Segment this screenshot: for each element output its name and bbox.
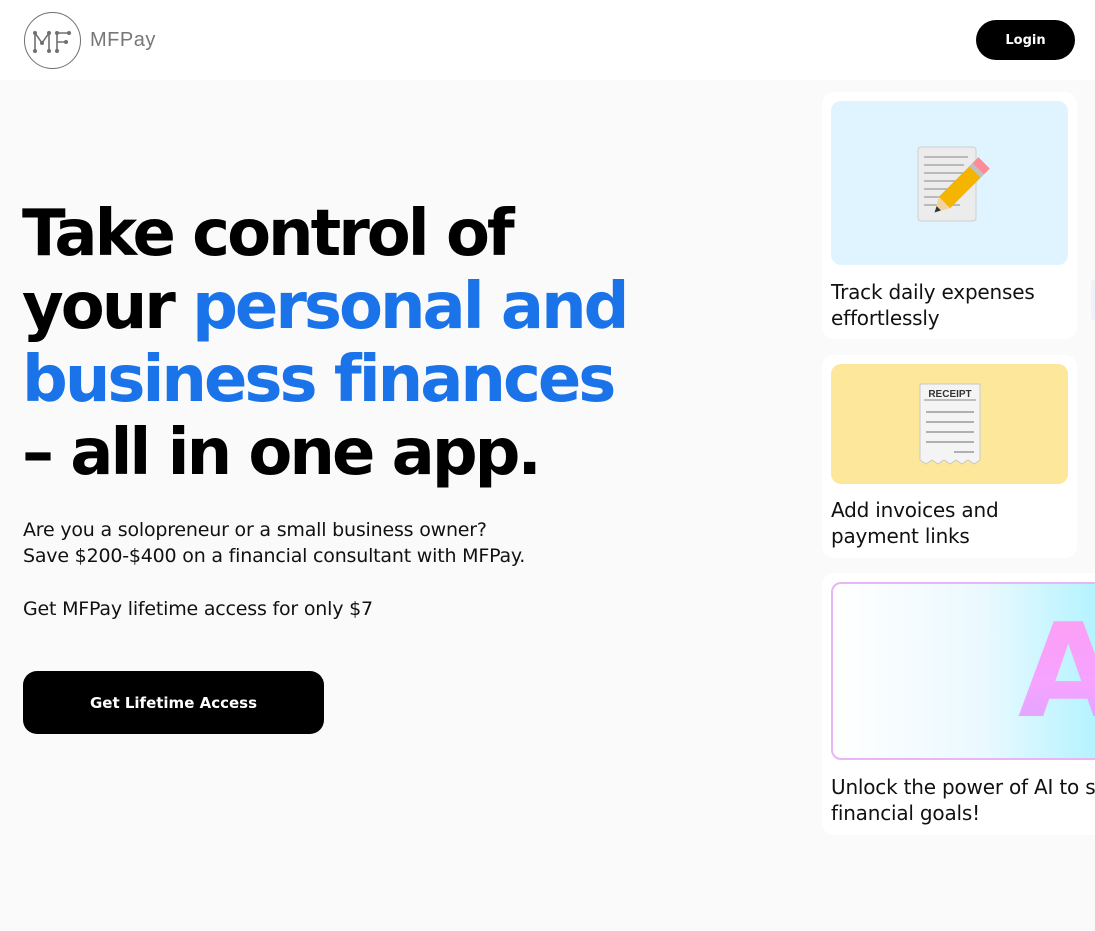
feature-card-expenses[interactable]: Track daily expenses effortlessly	[822, 92, 1077, 339]
logo-mark-icon	[24, 12, 81, 69]
receipt-title: RECEIPT	[928, 389, 971, 400]
top-navigation-bar: MFPay Login	[0, 0, 1095, 80]
feature-card-invoices[interactable]: RECEIPT Add invoices and payment links	[822, 355, 1077, 558]
login-button[interactable]: Login	[976, 20, 1075, 60]
feature-image-invoices: RECEIPT	[831, 364, 1068, 484]
feature-image-ai: A	[831, 582, 1095, 760]
hero-subtitle-savings: Save $200-$400 on a financial consultant…	[23, 545, 526, 567]
feature-text-invoices: Add invoices and payment links	[831, 498, 999, 548]
memo-pencil-icon	[917, 146, 990, 222]
headline-line-3-highlight: business finances	[22, 343, 616, 417]
get-lifetime-access-button[interactable]: Get Lifetime Access	[23, 671, 324, 734]
logo-wordmark: MFPay	[90, 29, 156, 51]
headline-line-2b-highlight: personal and	[192, 270, 629, 344]
receipt-icon: RECEIPT	[919, 383, 980, 465]
feature-text-ai: Unlock the power of AI to s financial go…	[831, 775, 1095, 825]
headline-line-4: – all in one app.	[22, 416, 542, 490]
hero-price-text: Get MFPay lifetime access for only $7	[23, 598, 373, 620]
next-card-edge	[1091, 280, 1095, 320]
ai-gradient-icon: A	[1018, 596, 1095, 746]
feature-card-ai[interactable]: A Unlock the power of AI to s financial …	[822, 573, 1095, 835]
headline-line-1: Take control of	[22, 197, 515, 271]
hero-headline: Take control of your personal and busine…	[22, 198, 742, 490]
headline-line-2a: your	[22, 270, 193, 344]
mf-monogram-icon	[32, 29, 71, 53]
feature-image-expenses	[831, 101, 1068, 265]
feature-text-expenses: Track daily expenses effortlessly	[831, 280, 1035, 330]
mfpay-logo[interactable]: MFPay	[24, 12, 156, 69]
hero-subtitle-question: Are you a solopreneur or a small busines…	[23, 519, 487, 541]
